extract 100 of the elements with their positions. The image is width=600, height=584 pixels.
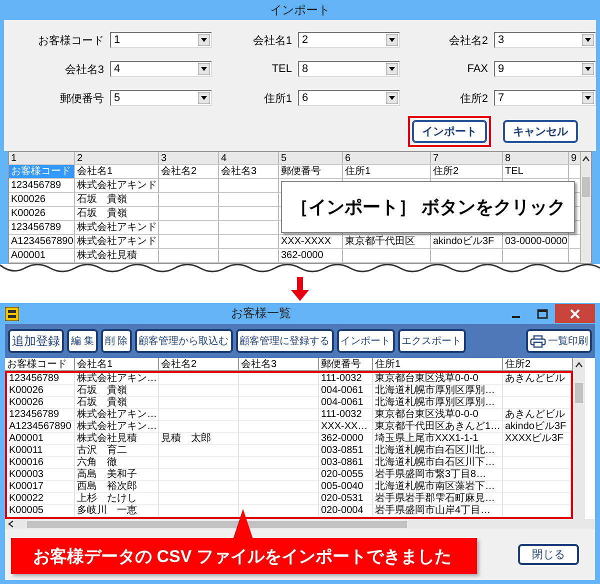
table-cell: 03-0000-0000 xyxy=(503,235,569,249)
empty-cell xyxy=(503,505,571,517)
scrollbar-thumb[interactable] xyxy=(27,520,407,528)
toolbar-button[interactable]: 顧客管理に登録する xyxy=(236,329,334,353)
table-cell: 111-0032 xyxy=(319,409,373,421)
toolbar-button[interactable]: インポート xyxy=(336,329,395,353)
table-cell: XXX-XX… xyxy=(319,421,373,433)
table-cell: K00017 xyxy=(7,481,75,493)
table-cell: 東京都千代田区 xyxy=(343,235,431,249)
table-cell: 株式会社アキン… xyxy=(75,421,159,433)
field-label: 住所2 xyxy=(460,92,488,106)
table-cell: 株式会社アキンド xyxy=(75,179,159,193)
table-cell: 北海道札幌市厚別区厚別… xyxy=(373,397,503,409)
table-cell: 石坂 貴嶺 xyxy=(75,193,159,207)
empty-cell xyxy=(503,249,569,263)
column-number: 4 xyxy=(219,152,279,165)
table-cell: K00022 xyxy=(7,493,75,505)
column-header[interactable]: お客様コード xyxy=(5,358,75,371)
close-button[interactable] xyxy=(555,304,595,323)
column-header[interactable]: 住所1 xyxy=(373,358,503,371)
scroll-up-icon[interactable] xyxy=(582,155,590,163)
column-number: 8 xyxy=(503,152,569,165)
dropdown-field[interactable]: 1 xyxy=(110,32,212,48)
toolbar-button[interactable]: 編 集 xyxy=(67,329,98,353)
maximize-icon[interactable] xyxy=(536,308,548,318)
print-list-button[interactable]: 一覧印刷 xyxy=(526,329,592,353)
column-header[interactable]: 会社名2 xyxy=(159,358,239,371)
dropdown-field[interactable]: 3 xyxy=(494,32,596,48)
table-cell: K00026 xyxy=(9,207,75,221)
table-cell: 石坂 貴嶺 xyxy=(75,207,159,221)
table-cell: 北海道札幌市厚別区厚別… xyxy=(373,385,503,397)
scroll-up-icon[interactable] xyxy=(575,361,583,369)
table-cell: 株式会社アキンド xyxy=(75,235,159,249)
field-label: 会社名3 xyxy=(64,62,104,76)
dropdown-field[interactable]: 2 xyxy=(298,32,400,48)
field-label: お客様コード xyxy=(38,34,104,48)
column-header[interactable]: 郵便番号 xyxy=(319,358,373,371)
table-cell: 株式会社見積 xyxy=(75,249,159,263)
empty-cell xyxy=(219,235,279,249)
cancel-button[interactable]: キャンセル xyxy=(503,120,578,143)
column-number: 6 xyxy=(343,152,431,165)
table-cell: 岩手県盛岡市山岸4丁目… xyxy=(373,505,503,517)
dropdown-field[interactable]: 5 xyxy=(110,90,212,106)
table-cell: 見積 太郎 xyxy=(159,433,239,445)
table-cell: K00011 xyxy=(7,445,75,457)
dropdown-field[interactable]: 7 xyxy=(494,90,596,106)
column-header[interactable]: 会社名3 xyxy=(239,358,319,371)
import-button[interactable]: インポート xyxy=(412,120,487,143)
table-cell: akindoビル3F xyxy=(431,235,503,249)
empty-cell xyxy=(159,235,219,249)
table-cell: 東京都台東区浅草0-0-0 xyxy=(373,373,503,385)
empty-cell xyxy=(503,385,571,397)
field-label: 郵便番号 xyxy=(60,92,104,106)
field-label: TEL xyxy=(272,63,292,75)
column-header[interactable]: 住所2 xyxy=(503,358,573,371)
table-cell: 004-0061 xyxy=(319,397,373,409)
empty-cell xyxy=(219,193,279,207)
toolbar-button[interactable]: エクスポート xyxy=(398,329,466,353)
empty-cell xyxy=(503,493,571,505)
caret-icon xyxy=(582,92,594,104)
close-button[interactable]: 閉じる xyxy=(518,544,579,565)
table-cell: お客様コード xyxy=(9,165,75,179)
scrollbar-thumb[interactable] xyxy=(575,383,583,403)
scrollbar[interactable] xyxy=(581,152,591,263)
scrollbar[interactable] xyxy=(573,358,585,519)
dropdown-field[interactable]: 6 xyxy=(298,90,400,106)
table-cell: 石坂 貴嶺 xyxy=(75,385,159,397)
empty-cell xyxy=(159,179,219,193)
toolbar-button[interactable]: 顧客管理から取込む xyxy=(134,329,233,353)
dropdown-field[interactable]: 9 xyxy=(494,61,596,77)
table-cell: A1234567890 xyxy=(7,421,75,433)
caret-icon xyxy=(386,92,398,104)
empty-cell xyxy=(219,207,279,221)
caret-icon xyxy=(582,63,594,75)
table-cell: 住所2 xyxy=(431,165,503,179)
table-cell: K00026 xyxy=(7,397,75,409)
table-cell: 123456789 xyxy=(9,221,75,235)
table-cell: 123456789 xyxy=(7,373,75,385)
table-cell: K00003 xyxy=(7,469,75,481)
callout-pointer xyxy=(233,509,253,539)
table-cell: 岩手県盛岡市繋3丁目8… xyxy=(373,469,503,481)
table-cell: 362-0000 xyxy=(319,433,373,445)
table-cell: 362-0000 xyxy=(279,249,343,263)
table-cell: 020-0055 xyxy=(319,469,373,481)
toolbar-button[interactable]: 削 除 xyxy=(100,329,132,353)
scrollbar[interactable] xyxy=(5,519,595,529)
table-cell: 北海道札幌市白石区川下… xyxy=(373,457,503,469)
table-cell: 003-0861 xyxy=(319,457,373,469)
table-cell: 岩手県岩手郡雫石町麻見… xyxy=(373,493,503,505)
dialog-title: インポート xyxy=(270,2,330,18)
toolbar-button[interactable]: 追加登録 xyxy=(8,329,64,353)
scrollbar-thumb[interactable] xyxy=(582,177,590,197)
field-label: 住所1 xyxy=(264,92,292,106)
column-header[interactable]: 会社名1 xyxy=(75,358,159,371)
table-cell: 123456789 xyxy=(7,409,75,421)
scroll-left-icon[interactable] xyxy=(7,520,15,528)
caret-icon xyxy=(582,34,594,46)
dropdown-field[interactable]: 8 xyxy=(298,61,400,77)
table-cell: 郵便番号 xyxy=(279,165,343,179)
dropdown-field[interactable]: 4 xyxy=(110,61,212,77)
